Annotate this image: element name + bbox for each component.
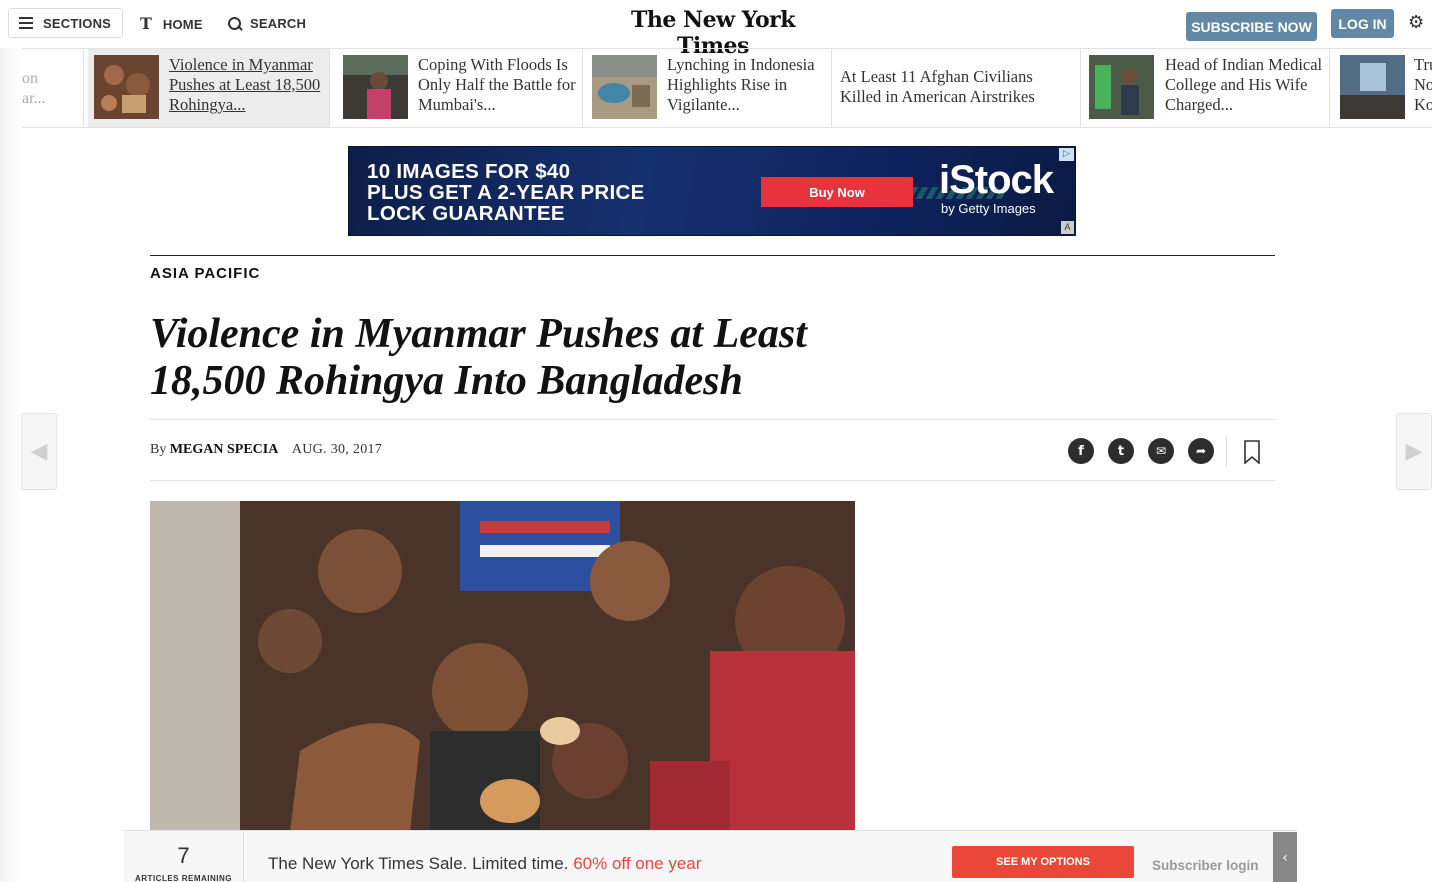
ad-a-badge[interactable]: A: [1061, 221, 1074, 234]
subscribe-button[interactable]: SUBSCRIBE NOW: [1186, 12, 1317, 41]
divider: [150, 419, 1275, 420]
ad-line: PLUS GET A 2-YEAR PRICE: [367, 181, 645, 204]
ribbon-item[interactable]: At Least 11 Afghan Civilians Killed in A…: [832, 49, 1081, 127]
email-share-icon[interactable]: ✉: [1148, 438, 1174, 464]
login-button[interactable]: LOG IN: [1331, 9, 1394, 38]
articles-remaining-label: ARTICLES REMAINING: [135, 874, 232, 882]
collapse-banner-icon[interactable]: ‹: [1273, 832, 1297, 882]
gear-icon[interactable]: ⚙: [1408, 14, 1424, 32]
home-label: HOME: [162, 16, 203, 32]
share-divider: [1226, 436, 1227, 466]
ribbon-item-title: Head of Indian Medical College and His W…: [1165, 55, 1323, 114]
search-link[interactable]: SEARCH: [228, 16, 306, 31]
search-label: SEARCH: [250, 16, 307, 31]
more-share-icon[interactable]: ➦: [1188, 438, 1214, 464]
ribbon-item[interactable]: Coping With Floods Is Only Half the Batt…: [333, 49, 583, 127]
adchoices-icon[interactable]: ▷: [1059, 148, 1074, 161]
ribbon-thumbnail: [343, 55, 408, 119]
ribbon-stub-line: ar...: [22, 90, 46, 107]
section-rule: [150, 255, 1275, 256]
divider: [150, 480, 1275, 481]
istock-ad-banner[interactable]: 10 IMAGES FOR $40 PLUS GET A 2-YEAR PRIC…: [348, 146, 1076, 236]
see-options-button[interactable]: SEE MY OPTIONS: [952, 846, 1134, 878]
hamburger-icon: [19, 17, 33, 29]
ribbon-item-title: Lynching in Indonesia Highlights Rise in…: [667, 55, 815, 114]
ribbon-item-title: Violence in Myanmar Pushes at Least 18,5…: [169, 55, 321, 114]
ad-line: LOCK GUARANTEE: [367, 202, 565, 225]
articles-remaining-count: 7: [177, 843, 190, 868]
top-bar: SECTIONS T HOME SEARCH The New York Time…: [0, 0, 1432, 59]
subscriber-login-link[interactable]: Subscriber login: [1152, 858, 1259, 873]
left-edge-shade: [0, 48, 22, 882]
ad-brand-logo: iStock: [939, 158, 1054, 202]
byline: By MEGAN SPECIA AUG. 30, 2017: [150, 442, 382, 458]
article-headline: Violence in Myanmar Pushes at Least 18,5…: [150, 311, 870, 405]
ribbon-item[interactable]: Lynching in Indonesia Highlights Rise in…: [583, 49, 832, 127]
headline-line: 18,500 Rohingya Into Bangladesh: [150, 358, 743, 404]
sale-banner: 7 ARTICLES REMAINING The New York Times …: [124, 830, 1297, 882]
author-name[interactable]: MEGAN SPECIA: [170, 442, 279, 457]
ad-buy-now-button[interactable]: Buy Now: [761, 177, 913, 207]
ribbon-thumbnail: [94, 55, 159, 119]
search-icon: [228, 16, 242, 31]
nyt-t-icon: T: [140, 14, 152, 33]
ad-brand-sub: by Getty Images: [941, 201, 1036, 216]
headline-line: Violence in Myanmar Pushes at Least: [150, 311, 807, 357]
article-meter: 7 ARTICLES REMAINING: [124, 831, 244, 882]
bookmark-icon[interactable]: [1244, 440, 1260, 464]
story-ribbon: on ar... Violence in Myanmar Pushes at L…: [22, 48, 1432, 128]
section-kicker[interactable]: ASIA PACIFIC: [150, 265, 260, 282]
byline-prefix: By: [150, 442, 167, 457]
sections-button[interactable]: SECTIONS: [8, 8, 123, 38]
twitter-share-icon[interactable]: t: [1108, 438, 1134, 464]
ribbon-item[interactable]: Tru No Ko: [1330, 49, 1432, 127]
publish-date: AUG. 30, 2017: [291, 442, 383, 457]
ribbon-item[interactable]: Head of Indian Medical College and His W…: [1081, 49, 1330, 127]
ribbon-item[interactable]: Violence in Myanmar Pushes at Least 18,5…: [88, 49, 330, 127]
ad-line: 10 IMAGES FOR $40: [367, 160, 571, 183]
ad-headline: 10 IMAGES FOR $40 PLUS GET A 2-YEAR PRIC…: [367, 161, 645, 224]
sale-text: The New York Times Sale. Limited time. 6…: [268, 854, 701, 874]
ribbon-thumbnail: [592, 55, 657, 119]
home-link[interactable]: T HOME: [140, 16, 203, 32]
ribbon-partial-item-left[interactable]: on ar...: [22, 49, 84, 127]
sections-label: SECTIONS: [43, 15, 112, 31]
sale-text-main: The New York Times Sale. Limited time.: [268, 854, 569, 873]
sale-text-highlight: 60% off one year: [573, 854, 702, 873]
ribbon-thumbnail: [1340, 55, 1405, 119]
ribbon-item-title: Coping With Floods Is Only Half the Batt…: [418, 55, 576, 114]
ribbon-thumbnail: [1089, 55, 1154, 119]
ribbon-item-title: At Least 11 Afghan Civilians Killed in A…: [840, 67, 1035, 106]
ribbon-item-title: Tru No Ko: [1414, 55, 1432, 114]
facebook-share-icon[interactable]: f: [1068, 438, 1094, 464]
next-article-arrow[interactable]: ▶: [1396, 413, 1432, 490]
article-lead-photo[interactable]: [150, 501, 855, 832]
previous-article-arrow[interactable]: ◀: [21, 413, 57, 490]
ribbon-stub-line: on: [22, 70, 38, 87]
